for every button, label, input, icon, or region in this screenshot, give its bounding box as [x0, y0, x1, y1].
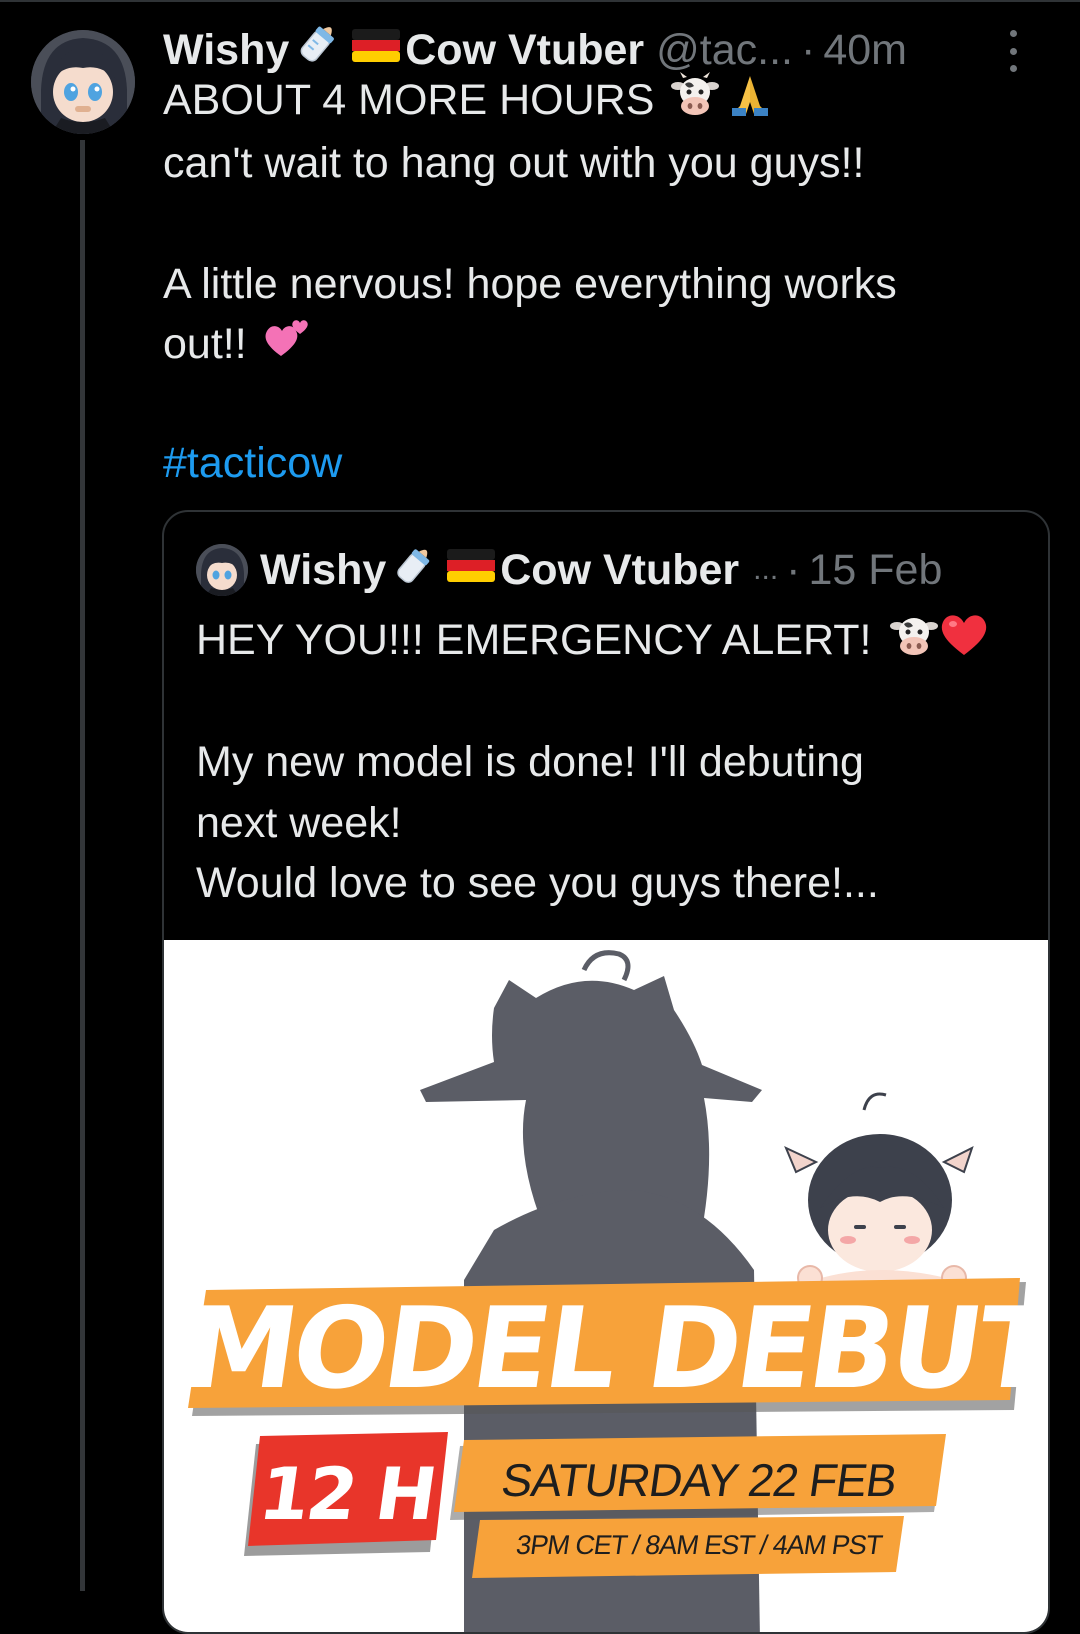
quoted-line-4: Would love to see you guys there!...: [196, 859, 879, 907]
banner-title: MODEL DEBUT: [176, 1284, 1048, 1414]
countdown-badge: 12 H: [254, 1452, 440, 1536]
quoted-line-1: HEY YOU!!! EMERGENCY ALERT!: [196, 610, 1016, 674]
quoted-author-avatar[interactable]: [196, 544, 248, 596]
tweet-line-1: ABOUT 4 MORE HOURS: [163, 70, 1003, 133]
top-divider: [0, 0, 1080, 2]
red-heart-icon: [939, 611, 989, 674]
cow-face-icon: [670, 72, 720, 133]
debut-times: 3PM CET / 8AM EST / 4AM PST: [514, 1530, 884, 1560]
hashtag-link[interactable]: #tacticow: [163, 433, 1003, 494]
quoted-author-name: Wishy: [260, 545, 387, 594]
cow-face-icon: [889, 612, 939, 673]
tweet-line-4: out!!: [163, 314, 1003, 377]
quoted-line-3: next week!: [196, 799, 402, 847]
quoted-avatar-illustration: [196, 544, 248, 596]
folded-hands-icon: [728, 72, 772, 133]
quoted-line-1-text: HEY YOU!!! EMERGENCY ALERT!: [196, 616, 872, 664]
tweet-line-2: can't wait to hang out with you guys!!: [163, 139, 865, 187]
quoted-truncation-ellipsis: ...: [753, 553, 779, 586]
more-options-icon[interactable]: [1006, 30, 1020, 72]
quoted-tweet-header: Wishy Cow Vtuber ... · 15 Feb: [260, 540, 1040, 600]
quoted-separator-dot: ·: [786, 545, 801, 594]
thread-connector-line: [80, 140, 85, 1591]
tweet-line-1-text: ABOUT 4 MORE HOURS: [163, 76, 655, 124]
quoted-tweet-card[interactable]: Wishy Cow Vtuber ... · 15 Feb HEY YOU!!!…: [162, 510, 1050, 1634]
quoted-line-2: My new model is done! I'll debuting: [196, 738, 864, 786]
avatar-illustration: [31, 30, 135, 134]
tweet-line-4-text: out!!: [163, 320, 247, 368]
two-hearts-icon: [263, 316, 313, 377]
author-avatar[interactable]: [31, 30, 135, 134]
baby-bottle-icon: [390, 541, 438, 600]
quoted-author-name-suffix: Cow Vtuber: [500, 545, 740, 594]
tweet-line-3: A little nervous! hope everything works: [163, 260, 897, 308]
quoted-media-image[interactable]: MODEL DEBUT 12 H SATURDAY 22 FEB 3PM CET…: [164, 940, 1048, 1632]
germany-flag-icon: [446, 546, 496, 595]
chibi-character: [784, 1092, 974, 1300]
quoted-tweet-date: 15 Feb: [808, 545, 943, 594]
debut-date: SATURDAY 22 FEB: [498, 1454, 900, 1506]
